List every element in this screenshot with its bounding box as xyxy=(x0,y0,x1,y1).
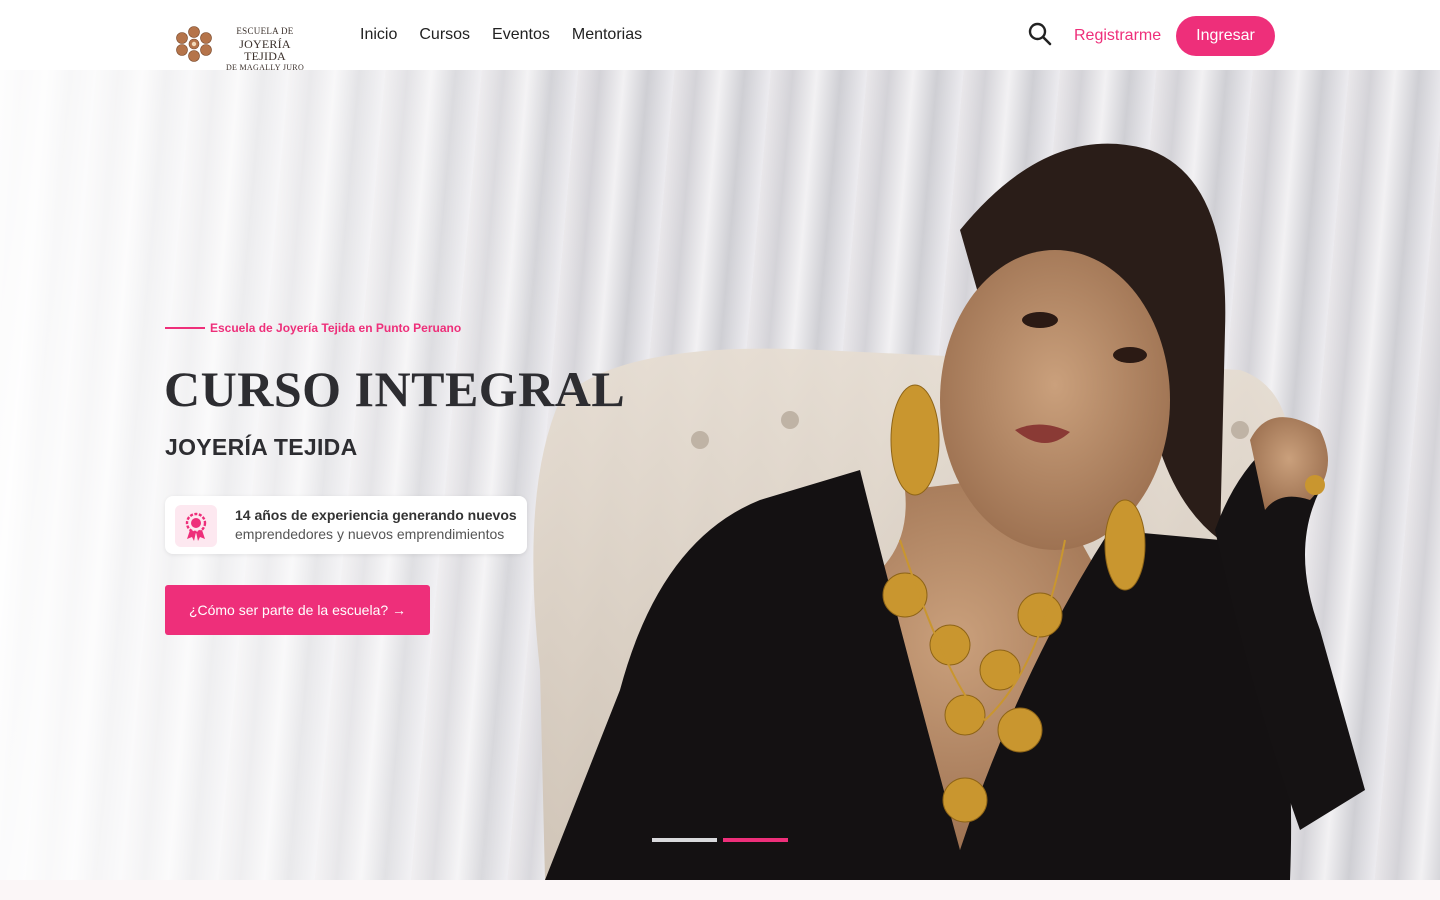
eyebrow-line xyxy=(165,327,205,329)
main-nav: Inicio Cursos Eventos Mentorias xyxy=(360,24,664,46)
next-section-strip xyxy=(0,880,1440,900)
badge-line-2: emprendedores y nuevos emprendimientos xyxy=(235,526,505,542)
hero-model-photo xyxy=(533,143,1365,880)
experience-badge: 14 años de experiencia generando nuevos … xyxy=(165,496,527,554)
nav-item-mentorias[interactable]: Mentorias xyxy=(572,24,642,46)
hero-eyebrow: Escuela de Joyería Tejida en Punto Perua… xyxy=(165,321,461,335)
logo-line-3: DE MAGALLY JURO xyxy=(225,63,305,72)
award-ribbon-icon xyxy=(185,512,207,541)
search-icon[interactable] xyxy=(1027,21,1053,47)
logo-line-2: JOYERÍA TEJIDA xyxy=(239,37,291,63)
site-header: ESCUELA DE JOYERÍA TEJIDA DE MAGALLY JUR… xyxy=(0,0,1440,72)
badge-line-1: 14 años de experiencia generando nuevos xyxy=(235,507,517,523)
eyebrow-text: Escuela de Joyería Tejida en Punto Perua… xyxy=(210,321,462,335)
badge-icon-wrap xyxy=(175,505,217,547)
slider-pagination xyxy=(652,838,788,842)
nav-item-cursos[interactable]: Cursos xyxy=(419,24,470,46)
register-link[interactable]: Registrarme xyxy=(1074,25,1161,47)
slide-dot-1[interactable] xyxy=(652,838,717,842)
join-school-button[interactable]: ¿Cómo ser parte de la escuela? → xyxy=(165,585,430,635)
nav-item-inicio[interactable]: Inicio xyxy=(360,24,397,46)
brand-logo[interactable]: ESCUELA DE JOYERÍA TEJIDA DE MAGALLY JUR… xyxy=(172,20,308,72)
logo-wordmark: ESCUELA DE JOYERÍA TEJIDA DE MAGALLY JUR… xyxy=(220,27,310,72)
slide-dot-2[interactable] xyxy=(723,838,788,842)
hero-banner: Escuela de Joyería Tejida en Punto Perua… xyxy=(0,70,1440,880)
login-button[interactable]: Ingresar xyxy=(1176,16,1275,56)
logo-emblem-icon xyxy=(176,26,212,62)
hero-title: CURSO INTEGRAL xyxy=(164,361,626,417)
logo-line-1: ESCUELA DE xyxy=(236,26,294,36)
badge-text: 14 años de experiencia generando nuevos … xyxy=(235,506,517,544)
hero-subtitle: JOYERÍA TEJIDA xyxy=(165,434,358,460)
nav-item-eventos[interactable]: Eventos xyxy=(492,24,550,46)
